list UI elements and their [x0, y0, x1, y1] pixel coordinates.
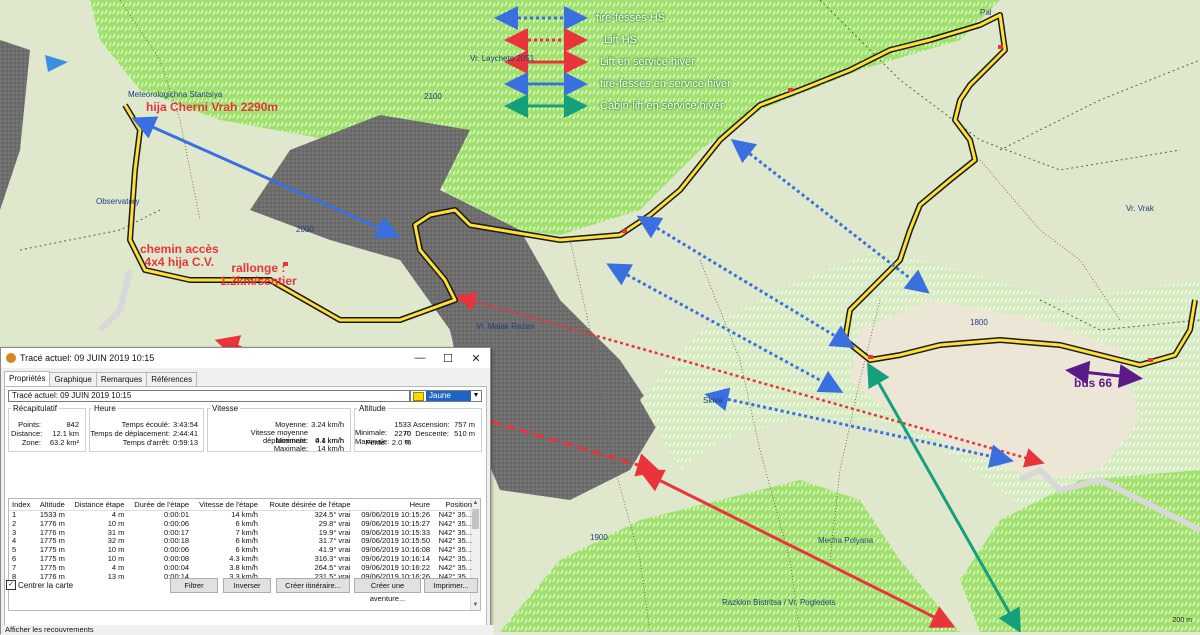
track-name-field[interactable]: Tracé actuel: 09 JUIN 2019 10:15 [8, 390, 410, 402]
legend-label: tire-fesses en service hiver [600, 78, 731, 90]
altitude-legend: Altitude [359, 404, 386, 413]
dialog-tabs: Propriétés Graphique Remarques Référence… [4, 371, 198, 387]
legend-label: Cabin-lift en service hiver [600, 100, 724, 112]
place-label: Pal [980, 8, 992, 17]
color-select[interactable]: Jaune ▼ [410, 390, 482, 402]
dialog-title: Tracé actuel: 09 JUIN 2019 10:15 [20, 353, 155, 363]
app-icon [6, 353, 16, 363]
track-properties-dialog[interactable]: Tracé actuel: 09 JUIN 2019 10:15 — ☐ ✕ P… [0, 347, 494, 635]
place-label: Razklon Bistritsa / Vr. Pogledets [722, 598, 836, 607]
tab-graph[interactable]: Graphique [49, 372, 97, 387]
access-road-label: chemin accès 4x4 hija C.V. [140, 243, 219, 269]
place-label: Vr. Vrak [1126, 204, 1154, 213]
color-name: Jaune [426, 391, 471, 401]
invert-button[interactable]: Inverser [223, 578, 271, 593]
descent-label: Descente: [415, 429, 449, 438]
place-label: Vr. Malak Rezen [476, 322, 535, 331]
track-marker-icon [998, 45, 1003, 49]
scroll-down-icon[interactable]: ▼ [471, 601, 480, 610]
tab-references[interactable]: Références [146, 372, 198, 387]
track-marker-icon [868, 355, 873, 359]
track-marker-icon [1148, 358, 1153, 362]
create-route-button[interactable]: Créer itinéraire... [276, 578, 350, 593]
summit-label: hija Cherni Vrah 2290m [146, 100, 279, 114]
points-table: Index Altitude Distance étape Durée de l… [9, 499, 475, 581]
column-header[interactable]: Route désirée de l'étape [260, 499, 354, 511]
max-speed-label: Maximale: [273, 444, 308, 453]
track-marker-icon [458, 297, 463, 301]
track-marker-icon [622, 229, 627, 233]
max-speed-value: 14 km/h [317, 444, 344, 453]
time-legend: Heure [94, 404, 116, 413]
time-group: Heure Temps écoulé: 3:43:54 Temps de dépl… [89, 404, 204, 452]
points-label: Points: [18, 420, 41, 429]
table-header-row: Index Altitude Distance étape Durée de l… [9, 499, 475, 511]
stopped-label: Temps d'arrêt: [122, 438, 170, 447]
place-label: Skiva [703, 396, 723, 405]
elevation-label: 1900 [590, 533, 608, 542]
column-header[interactable]: Vitesse de l'étape [192, 499, 261, 511]
column-header[interactable]: Index [9, 499, 35, 511]
elevation-label: 1800 [970, 318, 988, 327]
column-header[interactable]: Durée de l'étape [127, 499, 193, 511]
slope-label: Pente: [365, 438, 387, 447]
bus-label: bus 66 [1074, 376, 1113, 390]
altitude-group: Altitude Minimale:1533 m Maximale:2270 m… [354, 404, 482, 452]
color-swatch [413, 391, 424, 401]
scale-label: 200 m [1172, 617, 1192, 624]
distance-label: Distance: [11, 429, 43, 438]
avg-speed-value: 3.24 km/h [311, 420, 344, 429]
moving-label: Temps de déplacement: [90, 429, 170, 438]
slope-value: 2.0 % [391, 438, 411, 447]
chevron-down-icon: ▼ [472, 392, 480, 399]
elevation-label: 2000 [296, 225, 314, 234]
place-label: Mecha Polyana [818, 536, 874, 545]
summary-group: Récapitulatif Points: 842 Distance: 12.1 k… [8, 404, 86, 452]
tab-properties[interactable]: Propriétés [4, 371, 51, 386]
place-label: Observatory [96, 197, 140, 206]
tab-notes[interactable]: Remarques [95, 372, 148, 387]
filter-button[interactable]: Filtrer [170, 578, 218, 593]
track-marker-icon [788, 88, 793, 92]
elevation-label: 2100 [424, 92, 442, 101]
zone-label: Zone: [21, 438, 41, 447]
moving-value: 2:44:41 [172, 429, 198, 438]
column-header[interactable]: Position [433, 499, 475, 511]
dialog-titlebar[interactable]: Tracé actuel: 09 JUIN 2019 10:15 — ☐ ✕ [1, 348, 490, 368]
access-road-line: 4x4 hija C.V. [144, 255, 215, 269]
column-header[interactable]: Distance étape [67, 499, 128, 511]
place-label: Meteorologichna Stantsiya [128, 90, 223, 99]
elapsed-label: Temps écoulé: [121, 420, 170, 429]
place-label: Vr. Laycheto 2051 [470, 54, 535, 63]
legend-label: Lift HS [604, 34, 638, 46]
speed-group: Vitesse Moyenne: 3.24 km/h Vitesse moyenn… [207, 404, 351, 453]
center-map-label: Centrer la carte [18, 580, 74, 590]
legend-label: Lift en service hiver [600, 56, 695, 68]
summary-legend: Récapitulatif [13, 404, 58, 413]
elapsed-value: 3:43:54 [172, 420, 198, 429]
descent-value: 510 m [454, 429, 475, 438]
checkbox-check-icon[interactable]: ✓ [6, 580, 16, 590]
minimize-icon[interactable]: — [406, 348, 434, 368]
print-button[interactable]: Imprimer... [424, 578, 478, 593]
dialog-bottom-bar: ✓ Centrer la carte Filtrer Inverser Crée… [4, 576, 479, 603]
ascent-value: 757 m [454, 420, 475, 429]
extension-line: 1.2km/sentier [220, 274, 297, 288]
column-header[interactable]: Altitude [34, 499, 68, 511]
points-value: 842 [66, 420, 79, 429]
legend-label: tire-fesses HS [596, 12, 666, 24]
zone-value: 63.2 km² [49, 438, 79, 447]
create-adventure-button[interactable]: Créer une aventure... [354, 578, 421, 603]
distance-value: 12.1 km [52, 429, 79, 438]
close-icon[interactable]: ✕ [462, 348, 490, 368]
ascent-label: Ascension: [413, 420, 450, 429]
speed-legend: Vitesse [212, 404, 239, 413]
stopped-value: 0:59:13 [172, 438, 198, 447]
maximize-icon[interactable]: ☐ [434, 348, 462, 368]
status-bar[interactable]: Afficher les recouvrements [1, 625, 494, 635]
center-map-checkbox[interactable]: ✓ Centrer la carte [6, 580, 73, 590]
extension-label: rallonge : 1.2km/sentier [220, 262, 297, 288]
column-header[interactable]: Heure [353, 499, 434, 511]
